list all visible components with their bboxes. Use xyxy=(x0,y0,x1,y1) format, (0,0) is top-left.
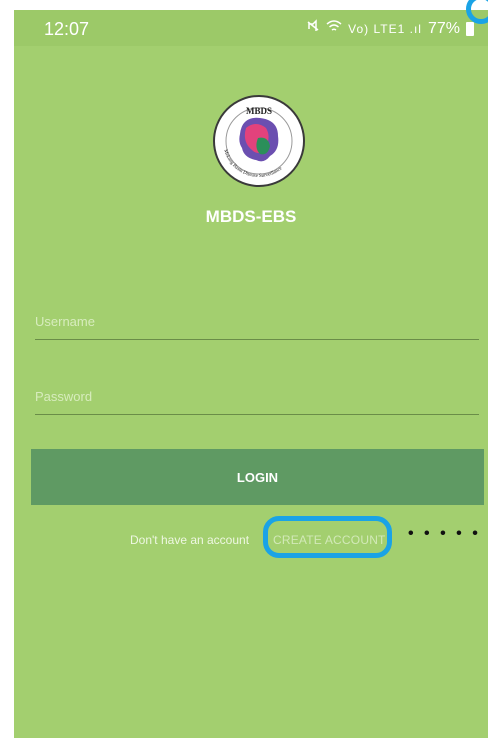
login-button[interactable]: LOGIN xyxy=(31,449,484,505)
annotation-dots: • • • • • xyxy=(408,525,481,542)
password-input[interactable] xyxy=(35,381,479,411)
signal-icon: Vo) LTE1 .ıl xyxy=(348,21,422,36)
app-title: MBDS-EBS xyxy=(205,207,297,226)
status-indicators: Vo) LTE1 .ıl 77% xyxy=(306,19,474,38)
mute-icon xyxy=(306,19,320,38)
username-field[interactable] xyxy=(35,306,479,346)
password-field[interactable] xyxy=(35,381,479,421)
battery-percent: 77% xyxy=(427,19,460,37)
wifi-icon xyxy=(326,19,342,38)
logo-top-text: MBDS xyxy=(246,106,272,116)
annotation-highlight-ring xyxy=(263,516,392,558)
username-input[interactable] xyxy=(35,306,479,336)
status-time: 12:07 xyxy=(44,19,90,39)
username-underline xyxy=(35,339,479,340)
phone-screen: 12:07 Vo) LTE1 .ıl 77% MBDS Mekong Basin… xyxy=(14,0,488,738)
battery-icon xyxy=(466,21,474,36)
mbds-logo: MBDS Mekong Basin Disease Surveillance xyxy=(212,94,306,188)
signup-prompt: Don't have an account xyxy=(130,533,250,547)
password-underline xyxy=(35,414,479,415)
status-bar: 12:07 Vo) LTE1 .ıl 77% xyxy=(14,10,488,46)
